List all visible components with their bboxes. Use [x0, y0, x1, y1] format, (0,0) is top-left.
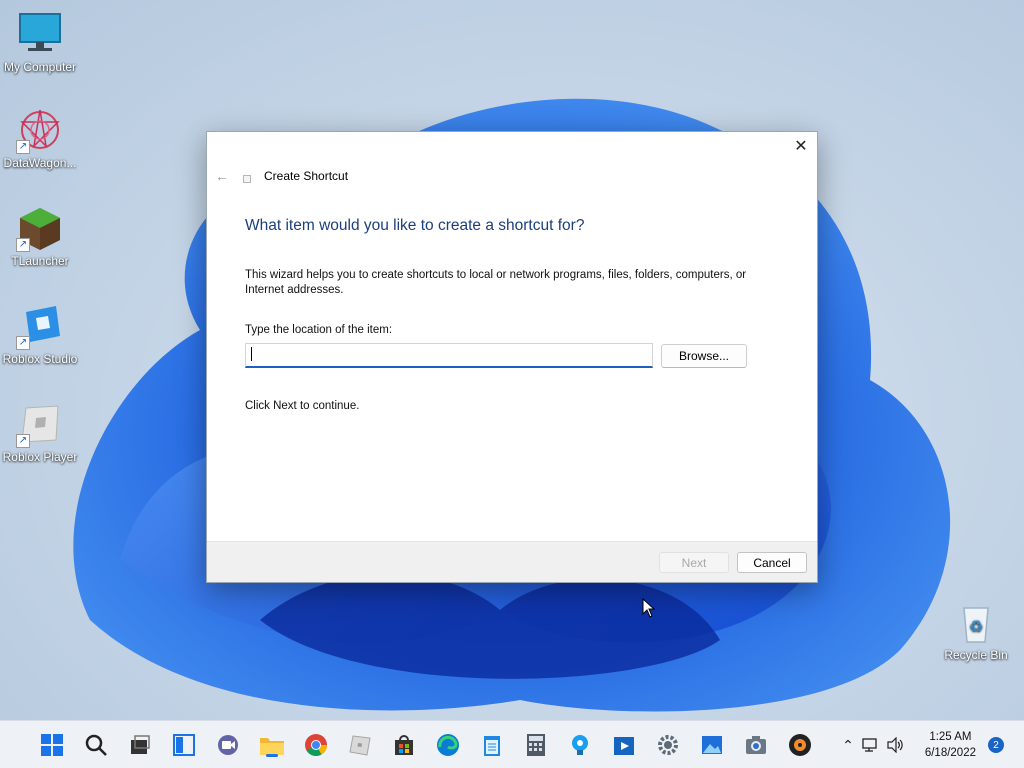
desktop-icon-label: Roblox Player — [2, 450, 78, 464]
close-button[interactable]: ✕ — [785, 132, 817, 160]
search-icon[interactable] — [82, 731, 110, 759]
desktop-icon-label: TLauncher — [11, 254, 69, 268]
active-indicator — [266, 754, 278, 757]
task-view-icon[interactable] — [126, 731, 154, 759]
monitor-icon — [16, 10, 64, 58]
desktop-icon-datawagon[interactable]: ↗ DataWagon... — [0, 106, 80, 170]
notification-badge[interactable]: 2 — [988, 737, 1004, 753]
calculator-icon[interactable] — [522, 731, 550, 759]
chat-icon[interactable] — [214, 731, 242, 759]
tlauncher-icon: ↗ — [16, 204, 64, 252]
clock[interactable]: 1:25 AM 6/18/2022 — [925, 729, 976, 761]
mouse-cursor-icon — [642, 598, 656, 618]
desktop-icon-roblox-player[interactable]: ↗ Roblox Player — [0, 400, 80, 464]
desktop-icon-roblox-studio[interactable]: ↗ Roblox Studio — [0, 302, 80, 366]
wizard-heading: What item would you like to create a sho… — [245, 217, 585, 234]
shortcut-arrow-icon: ↗ — [16, 336, 30, 350]
tips-icon[interactable] — [566, 731, 594, 759]
wizard-description: This wizard helps you to create shortcut… — [245, 269, 747, 296]
desktop-icon-label: Roblox Studio — [2, 352, 78, 366]
location-input[interactable] — [245, 343, 653, 368]
next-button[interactable]: Next — [659, 552, 729, 573]
close-icon: ✕ — [794, 138, 808, 155]
file-explorer-icon[interactable] — [258, 731, 286, 759]
recycle-bin-icon: ♻ — [952, 598, 1000, 646]
text-caret — [251, 347, 252, 361]
volume-icon[interactable] — [884, 737, 908, 753]
datawagon-icon: ↗ — [16, 106, 64, 154]
desktop-icon-my-computer[interactable]: My Computer — [0, 10, 80, 74]
shortcut-arrow-icon: ↗ — [16, 238, 30, 252]
start-icon[interactable] — [38, 731, 66, 759]
media-player-icon[interactable] — [610, 731, 638, 759]
browse-button[interactable]: Browse... — [661, 344, 747, 368]
shortcut-arrow-icon: ↗ — [16, 434, 30, 448]
desktop-icon-label: DataWagon... — [3, 156, 77, 170]
chrome-icon[interactable] — [302, 731, 330, 759]
dialog-title: Create Shortcut — [264, 169, 349, 183]
roblox-player-icon: ↗ — [16, 400, 64, 448]
shortcut-icon — [243, 175, 251, 183]
svg-text:♻: ♻ — [969, 617, 983, 636]
location-label: Type the location of the item: — [245, 324, 393, 336]
back-arrow-icon: ← — [215, 168, 229, 184]
settings-icon[interactable] — [654, 731, 682, 759]
clock-time: 1:25 AM — [929, 731, 972, 743]
widgets-icon[interactable] — [170, 731, 198, 759]
edge-icon[interactable] — [434, 731, 462, 759]
roblox-icon[interactable] — [346, 731, 374, 759]
notepad-icon[interactable] — [478, 731, 506, 759]
store-icon[interactable] — [390, 731, 418, 759]
music-icon[interactable] — [786, 731, 814, 759]
cancel-button[interactable]: Cancel — [737, 552, 807, 573]
dialog-footer: Next Cancel — [207, 541, 817, 582]
network-icon[interactable] — [858, 737, 884, 753]
chevron-up-icon[interactable]: ⌃ — [838, 737, 858, 754]
create-shortcut-dialog: ✕ ← Create Shortcut What item would you … — [206, 131, 818, 583]
desktop-icon-label: My Computer — [3, 60, 77, 74]
desktop-icon-recycle-bin[interactable]: ♻ Recycle Bin — [936, 598, 1016, 662]
desktop-icon-tlauncher[interactable]: ↗ TLauncher — [0, 204, 80, 268]
photos-icon[interactable] — [698, 731, 726, 759]
clock-date: 6/18/2022 — [924, 747, 976, 759]
taskbar: ⌃ 1:25 AM 6/18/2022 2 — [0, 720, 1024, 768]
system-tray: ⌃ — [838, 721, 908, 768]
desktop-icon-label: Recycle Bin — [944, 648, 1008, 662]
shortcut-arrow-icon: ↗ — [16, 140, 30, 154]
continue-hint: Click Next to continue. — [245, 400, 360, 412]
back-button[interactable]: ← — [215, 168, 229, 184]
roblox-studio-icon: ↗ — [16, 302, 64, 350]
camera-icon[interactable] — [742, 731, 770, 759]
